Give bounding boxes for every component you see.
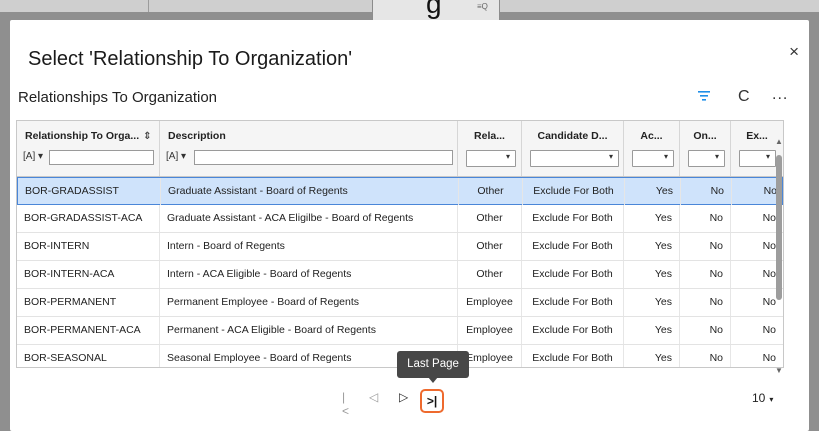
vertical-scrollbar[interactable]: ▲ ▼ <box>775 137 783 375</box>
cell-active: Yes <box>624 289 680 316</box>
table-row[interactable]: BOR-INTERN-ACA Intern - ACA Eligible - B… <box>17 261 783 289</box>
column-candidate[interactable]: Candidate D... ▾ <box>522 121 624 176</box>
chevron-down-icon: ▾ <box>663 152 668 161</box>
close-icon[interactable]: × <box>789 42 799 62</box>
grid-title: Relationships To Organization <box>18 89 218 106</box>
page-size-select[interactable]: 10 ▾ <box>752 391 773 405</box>
dialog-title: Select 'Relationship To Organization' <box>28 48 353 70</box>
cell-relationship-type: Employee <box>458 317 522 344</box>
active-filter-select[interactable]: ▾ <box>632 150 674 167</box>
cell-candidate: Exclude For Both <box>523 178 625 205</box>
cell-on: No <box>680 317 731 344</box>
cell-active: Yes <box>625 178 681 205</box>
column-active[interactable]: Ac... ▾ <box>624 121 680 176</box>
cell-relationship-type: Other <box>458 261 522 288</box>
scroll-down-icon[interactable]: ▼ <box>775 366 783 375</box>
ex-filter-select[interactable]: ▾ <box>739 150 776 167</box>
cell-active: Yes <box>624 345 680 367</box>
cell-description: Permanent - ACA Eligible - Board of Rege… <box>160 317 458 344</box>
column-label: Candidate D... <box>537 130 608 142</box>
cell-candidate: Exclude For Both <box>522 289 624 316</box>
cell-on: No <box>680 233 731 260</box>
cell-on: No <box>681 178 732 205</box>
column-relationship[interactable]: Relationship To Orga... ⇕ [A] ▾ <box>17 121 160 176</box>
cell-on: No <box>680 261 731 288</box>
relationship-type-filter-select[interactable]: ▾ <box>466 150 516 167</box>
relationship-filter-input[interactable] <box>49 150 154 165</box>
table-row[interactable]: BOR-GRADASSIST Graduate Assistant - Boar… <box>17 177 783 205</box>
first-page-button[interactable]: |< <box>342 390 349 418</box>
cell-code: BOR-PERMANENT-ACA <box>17 317 160 344</box>
table-row[interactable]: BOR-INTERN Intern - Board of Regents Oth… <box>17 233 783 261</box>
candidate-filter-select[interactable]: ▾ <box>530 150 619 167</box>
column-description[interactable]: Description [A] ▾ <box>160 121 458 176</box>
cell-candidate: Exclude For Both <box>522 233 624 260</box>
cell-code: BOR-GRADASSIST <box>18 178 161 205</box>
cell-relationship-type: Other <box>458 233 522 260</box>
cell-candidate: Exclude For Both <box>522 317 624 344</box>
table-row[interactable]: BOR-PERMANENT Permanent Employee - Board… <box>17 289 783 317</box>
relationships-grid: Relationship To Orga... ⇕ [A] ▾ Descripti… <box>16 120 784 368</box>
on-filter-select[interactable]: ▾ <box>688 150 725 167</box>
next-page-button[interactable]: ▷ <box>399 390 408 404</box>
cell-code: BOR-PERMANENT <box>17 289 160 316</box>
scroll-up-icon[interactable]: ▲ <box>775 137 783 146</box>
column-label: Rela... <box>474 130 505 142</box>
cell-on: No <box>680 205 731 232</box>
chevron-down-icon: ▾ <box>505 152 510 161</box>
chevron-down-icon: ▾ <box>608 152 613 161</box>
cell-relationship-type: Employee <box>458 289 522 316</box>
cell-candidate: Exclude For Both <box>522 205 624 232</box>
column-label: On... <box>693 130 717 142</box>
chevron-down-icon: ▾ <box>769 395 774 404</box>
column-on[interactable]: On... ▾ <box>680 121 731 176</box>
cell-code: BOR-GRADASSIST-ACA <box>17 205 160 232</box>
cell-description: Intern - Board of Regents <box>160 233 458 260</box>
scroll-thumb[interactable] <box>776 155 782 300</box>
tooltip-arrow <box>428 377 438 383</box>
filter-operator-button[interactable]: [A] ▾ <box>166 151 186 162</box>
column-relationship-type[interactable]: Rela... ▾ <box>458 121 522 176</box>
cell-candidate: Exclude For Both <box>522 261 624 288</box>
refresh-icon[interactable]: C <box>738 88 750 106</box>
filter-icon[interactable] <box>697 90 711 102</box>
cell-on: No <box>680 345 731 367</box>
cell-relationship-type: Other <box>459 178 523 205</box>
description-filter-input[interactable] <box>194 150 453 165</box>
cell-description: Permanent Employee - Board of Regents <box>160 289 458 316</box>
column-label: Ac... <box>640 130 663 142</box>
cell-code: BOR-INTERN-ACA <box>17 261 160 288</box>
background-field-icon: ≡Q <box>477 2 488 11</box>
more-icon[interactable]: ... <box>772 86 788 104</box>
sort-icon[interactable]: ⇕ <box>143 131 151 142</box>
cell-description: Graduate Assistant - Board of Regents <box>161 178 459 205</box>
cell-active: Yes <box>624 261 680 288</box>
filter-operator-button[interactable]: [A] ▾ <box>23 151 43 162</box>
page-size-value: 10 <box>752 391 766 405</box>
background-divider <box>148 0 149 12</box>
prev-page-button[interactable]: ◁ <box>369 390 378 404</box>
background-glyph: g <box>426 0 442 19</box>
chevron-down-icon: ▾ <box>714 152 719 161</box>
table-row[interactable]: BOR-GRADASSIST-ACA Graduate Assistant - … <box>17 205 783 233</box>
cell-code: BOR-SEASONAL <box>17 345 160 367</box>
cell-active: Yes <box>624 205 680 232</box>
cell-code: BOR-INTERN <box>17 233 160 260</box>
cell-on: No <box>680 289 731 316</box>
cell-description: Graduate Assistant - ACA Eligilbe - Boar… <box>160 205 458 232</box>
column-label: Relationship To Orga... <box>25 130 140 142</box>
cell-active: Yes <box>624 233 680 260</box>
cell-candidate: Exclude For Both <box>522 345 624 367</box>
cell-relationship-type: Other <box>458 205 522 232</box>
cell-active: Yes <box>624 317 680 344</box>
table-row[interactable]: BOR-PERMANENT-ACA Permanent - ACA Eligib… <box>17 317 783 345</box>
cell-description: Intern - ACA Eligible - Board of Regents <box>160 261 458 288</box>
chevron-down-icon: ▾ <box>765 152 770 161</box>
column-label: Description <box>168 130 226 142</box>
last-page-tooltip: Last Page <box>397 351 469 378</box>
last-page-button[interactable]: >| <box>420 389 444 413</box>
grid-header: Relationship To Orga... ⇕ [A] ▾ Descripti… <box>17 121 783 177</box>
